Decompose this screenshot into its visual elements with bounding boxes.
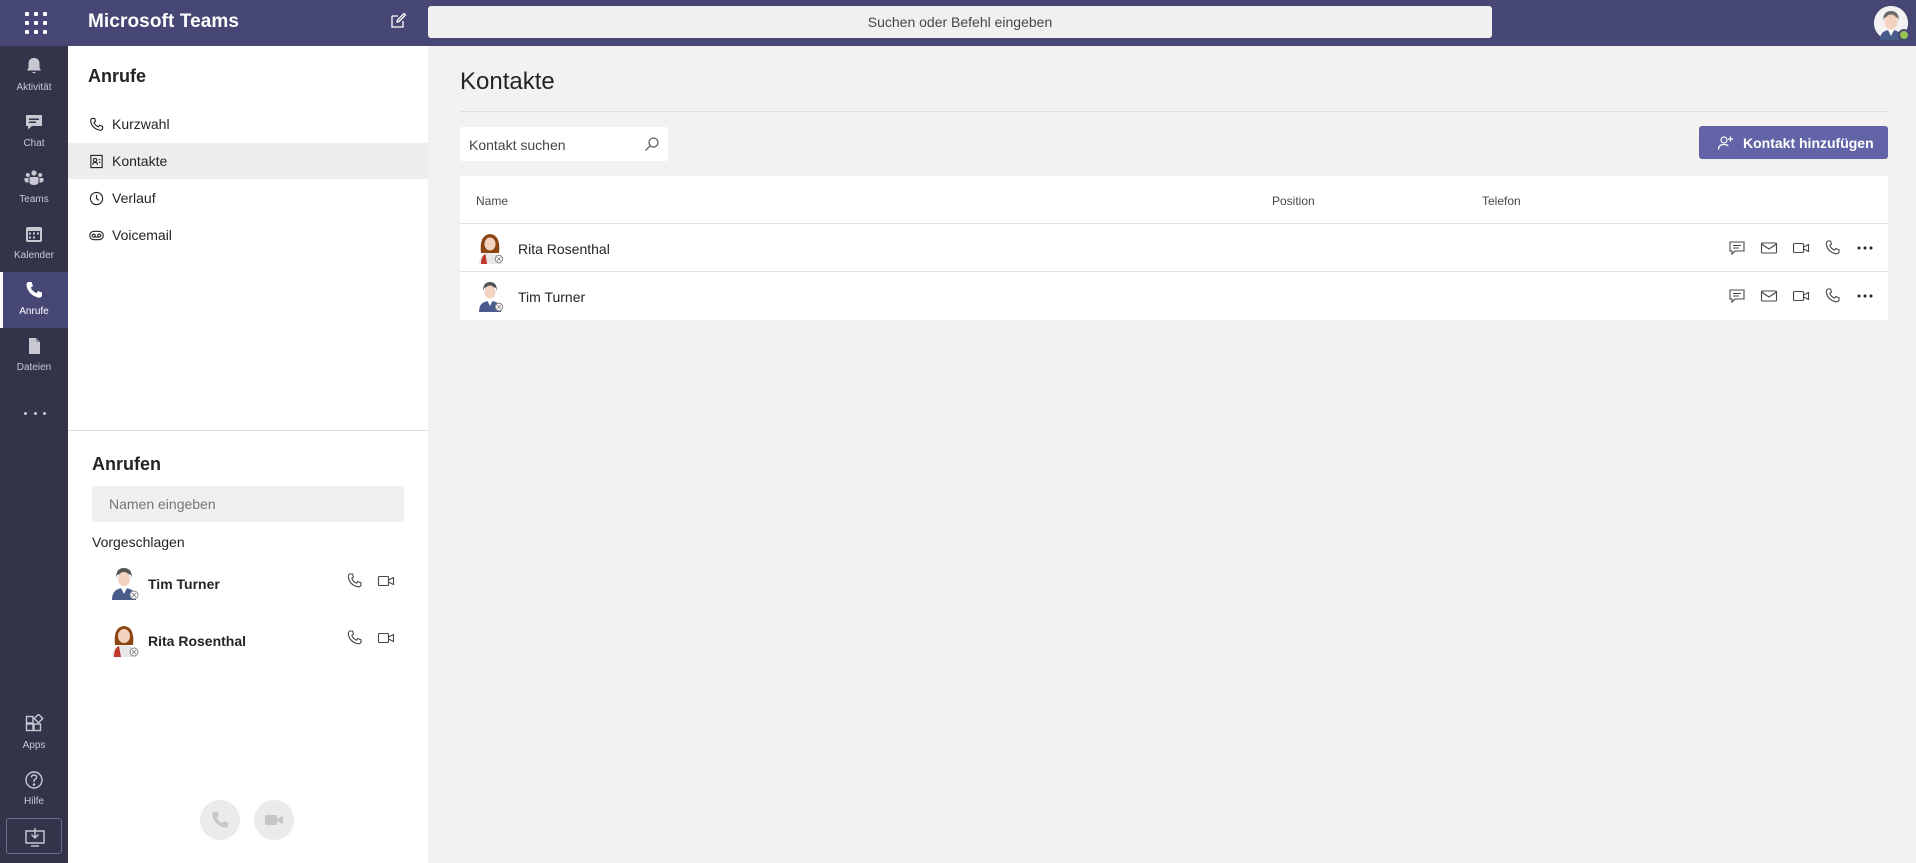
nav-item-speed-dial[interactable]: Kurzwahl (68, 106, 428, 142)
contact-search-input[interactable]: Kontakt suchen (460, 127, 668, 161)
contact-card-icon (90, 154, 103, 169)
app-rail: Aktivität Chat Teams Kalender Anrufe Dat… (0, 46, 68, 863)
phone-icon (26, 282, 42, 298)
rail-label-calls: Anrufe (19, 306, 49, 317)
add-person-icon (1717, 136, 1733, 150)
mail-icon[interactable] (1760, 239, 1778, 257)
avatar (479, 282, 504, 312)
mail-icon[interactable] (1760, 287, 1778, 305)
contact-name: Tim Turner (148, 576, 220, 592)
rail-label-calendar: Kalender (13, 250, 55, 261)
chat-icon[interactable] (1728, 239, 1746, 257)
nav-label: Verlauf (112, 190, 156, 206)
search-icon[interactable] (644, 136, 660, 152)
nav-item-contacts[interactable]: Kontakte (68, 143, 428, 179)
nav-item-voicemail[interactable]: Voicemail (68, 217, 428, 253)
rail-item-calendar[interactable]: Kalender (0, 216, 68, 272)
compose-icon[interactable] (389, 12, 411, 34)
pane-divider (68, 430, 428, 431)
chat-icon (26, 115, 42, 130)
file-icon (29, 338, 40, 354)
video-icon (265, 815, 283, 825)
phone-icon (90, 117, 104, 131)
help-icon (25, 771, 43, 789)
teams-icon (24, 170, 44, 185)
contacts-table: Name Position Telefon Rita Rosenthal Tim… (460, 176, 1888, 320)
calendar-icon (26, 227, 42, 242)
suggested-label: Vorgeschlagen (92, 534, 185, 550)
pane-title: Anrufe (88, 66, 146, 86)
contact-name: Rita Rosenthal (518, 241, 610, 257)
contact-name: Rita Rosenthal (148, 633, 247, 649)
rail-item-files[interactable]: Dateien (0, 328, 68, 384)
start-audio-call-button[interactable] (200, 800, 240, 840)
contact-name: Tim Turner (518, 289, 586, 305)
presence-available-icon (1898, 29, 1910, 41)
more-options-icon[interactable] (1856, 287, 1874, 305)
nav-label: Voicemail (112, 227, 172, 243)
column-header-position[interactable]: Position (1272, 194, 1315, 208)
nav-item-history[interactable]: Verlauf (68, 180, 428, 216)
suggested-contact[interactable]: Rita Rosenthal (92, 617, 404, 665)
app-title: Microsoft Teams (88, 11, 240, 32)
calls-pane: Anrufe Kurzwahl Kontakte Verlauf Voicema… (68, 46, 428, 863)
rail-label-chat: Chat (23, 138, 45, 149)
clock-icon (89, 191, 104, 206)
video-call-icon[interactable] (1792, 287, 1810, 305)
download-icon (25, 828, 45, 847)
make-call-title: Anrufen (92, 454, 161, 474)
audio-call-icon[interactable] (346, 629, 364, 647)
avatar (479, 234, 504, 264)
column-header-name[interactable]: Name (476, 194, 508, 208)
more-options-icon[interactable] (1856, 239, 1874, 257)
contacts-main: Kontakte Kontakt suchen Kontakt hinzufüg… (428, 46, 1916, 863)
rail-item-chat[interactable]: Chat (0, 104, 68, 160)
add-contact-button[interactable]: Kontakt hinzufügen (1699, 126, 1888, 159)
app-launcher-icon[interactable] (20, 10, 48, 36)
bell-icon (27, 58, 41, 74)
top-bar: Microsoft Teams Suchen oder Befehl einge… (0, 0, 1916, 46)
rail-label-activity: Aktivität (16, 82, 52, 93)
rail-item-teams[interactable]: Teams (0, 160, 68, 216)
page-title: Kontakte (460, 68, 555, 95)
add-contact-label: Kontakt hinzufügen (1743, 135, 1874, 151)
video-call-icon[interactable] (1792, 239, 1810, 257)
rail-item-calls[interactable]: Anrufe (0, 272, 68, 328)
video-call-icon[interactable] (377, 629, 395, 647)
nav-label: Kontakte (112, 153, 168, 169)
table-row[interactable]: Rita Rosenthal (460, 224, 1888, 272)
global-search-input[interactable]: Suchen oder Befehl eingeben (428, 6, 1492, 38)
audio-call-icon[interactable] (1824, 239, 1842, 257)
rail-label-apps: Apps (22, 740, 46, 751)
table-row[interactable]: Tim Turner (460, 272, 1888, 320)
rail-label-files: Dateien (16, 362, 52, 373)
phone-icon (212, 812, 228, 828)
table-header: Name Position Telefon (460, 176, 1888, 224)
apps-icon (25, 714, 44, 732)
suggested-contact[interactable]: Tim Turner (92, 560, 404, 608)
rail-item-activity[interactable]: Aktivität (0, 48, 68, 104)
more-apps-icon[interactable] (24, 408, 46, 418)
nav-label: Kurzwahl (112, 116, 170, 132)
column-header-phone[interactable]: Telefon (1482, 194, 1521, 208)
video-call-icon[interactable] (377, 572, 395, 590)
rail-label-help: Hilfe (23, 796, 44, 807)
download-app-button[interactable] (6, 818, 62, 854)
start-video-call-button[interactable] (254, 800, 294, 840)
rail-item-help[interactable]: Hilfe (0, 762, 68, 818)
rail-label-teams: Teams (19, 194, 49, 205)
audio-call-icon[interactable] (1824, 287, 1842, 305)
call-name-input[interactable] (92, 486, 404, 522)
chat-icon[interactable] (1728, 287, 1746, 305)
title-divider (460, 111, 1888, 112)
contact-search-placeholder: Kontakt suchen (469, 137, 566, 153)
profile-avatar[interactable] (1874, 6, 1910, 41)
avatar (112, 568, 139, 600)
avatar (112, 626, 139, 657)
voicemail-icon (89, 230, 104, 241)
audio-call-icon[interactable] (346, 572, 364, 590)
rail-item-apps[interactable]: Apps (0, 706, 68, 762)
